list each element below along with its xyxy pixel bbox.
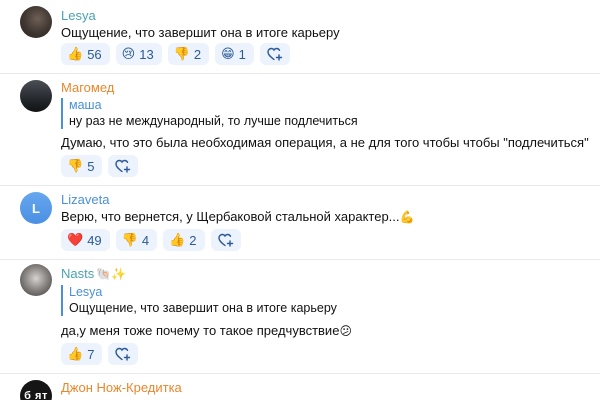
divider (0, 259, 600, 260)
heart-icon: ❤️ (67, 232, 84, 248)
avatar[interactable] (20, 80, 52, 112)
heart-plus-icon (115, 159, 131, 173)
avatar[interactable] (20, 264, 52, 296)
reactions-bar: 👎 5 (61, 155, 139, 177)
quote-text: ну раз не международный, то лучше подлеч… (69, 114, 358, 128)
reaction-count: 56 (87, 46, 102, 62)
reply-quote[interactable]: Lesya Ощущение, что завершит она в итоге… (61, 285, 337, 316)
add-reaction-button[interactable] (259, 43, 290, 65)
grinning-face-icon: 😁 (221, 46, 235, 62)
confused-face-icon: 😕 (339, 324, 352, 338)
comment-text: да,у меня тоже почему то такое предчувст… (61, 323, 352, 338)
quote-author: Lesya (69, 285, 103, 299)
flexed-biceps-icon: 💪 (399, 210, 415, 224)
thumbs-up-icon: 👍 (169, 232, 186, 248)
reaction-count: 1 (238, 46, 246, 62)
comment-author[interactable]: Магомед (61, 80, 114, 95)
divider (0, 373, 600, 374)
reaction-thumbs-up[interactable]: 👍 7 (61, 343, 103, 365)
reaction-thumbs-down[interactable]: 👎 5 (61, 155, 103, 177)
reaction-heart[interactable]: ❤️ 49 (61, 229, 110, 251)
comment-text: Думаю, что это была необходимая операция… (61, 135, 589, 150)
reaction-grinning[interactable]: 😁 1 (215, 43, 254, 65)
comment-text: Верю, что вернется, у Щербаковой стально… (61, 209, 414, 224)
thumbs-down-icon: 👎 (67, 158, 84, 174)
reaction-count: 49 (87, 232, 102, 248)
reactions-bar: 👍 56 😢 13 👎 2 😁 1 (61, 43, 290, 65)
thumbs-up-icon: 👍 (67, 46, 84, 62)
reaction-count: 2 (189, 232, 197, 248)
comment-text: Ощущение, что завершит она в итоге карье… (61, 25, 340, 40)
reply-quote[interactable]: маша ну раз не международный, то лучше п… (61, 98, 358, 129)
thumbs-up-icon: 👍 (67, 346, 84, 362)
shell-sparkles-icon: 🐚✨ (96, 267, 127, 281)
comment-author[interactable]: Джон Нож-Кредитка (61, 380, 182, 395)
reactions-bar: ❤️ 49 👎 4 👍 2 (61, 229, 241, 251)
avatar[interactable] (20, 6, 52, 38)
quote-author: маша (69, 98, 102, 112)
reaction-count: 5 (87, 158, 95, 174)
comment-author-name: Nasts (61, 266, 95, 281)
thumbs-down-icon: 👎 (121, 232, 138, 248)
comment-author[interactable]: Nasts 🐚✨ (61, 266, 126, 281)
reaction-thumbs-down[interactable]: 👎 2 (167, 43, 210, 65)
reaction-count: 13 (139, 46, 154, 62)
add-reaction-button[interactable] (108, 155, 139, 177)
add-reaction-button[interactable] (108, 343, 139, 365)
avatar[interactable]: б ят (20, 380, 52, 400)
comment-text-body: да,у меня тоже почему то такое предчувст… (61, 323, 340, 338)
heart-plus-icon (115, 347, 131, 361)
reaction-count: 2 (193, 46, 202, 62)
quote-text: Ощущение, что завершит она в итоге карье… (69, 301, 337, 315)
reaction-count: 7 (87, 346, 95, 362)
divider (0, 73, 600, 74)
add-reaction-button[interactable] (210, 229, 241, 251)
avatar[interactable]: L (20, 192, 52, 224)
crying-face-icon: 😢 (121, 46, 136, 62)
divider (0, 185, 600, 186)
reaction-thumbs-up[interactable]: 👍 56 (61, 43, 110, 65)
heart-plus-icon (217, 233, 233, 247)
reaction-thumbs-down[interactable]: 👎 4 (115, 229, 158, 251)
reaction-thumbs-up[interactable]: 👍 2 (163, 229, 205, 251)
reactions-bar: 👍 7 (61, 343, 139, 365)
reaction-count: 4 (141, 232, 150, 248)
comment-author[interactable]: Lesya (61, 8, 96, 23)
reaction-crying[interactable]: 😢 13 (115, 43, 162, 65)
comment-text-body: Верю, что вернется, у Щербаковой стально… (61, 209, 400, 224)
thumbs-down-icon: 👎 (173, 46, 190, 62)
heart-plus-icon (267, 47, 283, 61)
comment-author[interactable]: Lizaveta (61, 192, 109, 207)
